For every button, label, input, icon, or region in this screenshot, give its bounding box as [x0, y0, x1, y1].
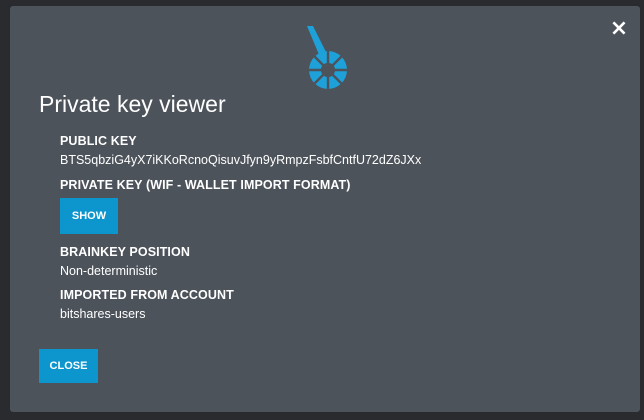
close-button[interactable]: CLOSE	[39, 349, 98, 383]
brainkey-position-label: BRAINKEY POSITION	[60, 245, 190, 259]
public-key-value: BTS5qbziG4yX7iKKoRcnoQisuvJfyn9yRmpzFsbf…	[60, 153, 422, 167]
private-key-label: PRIVATE KEY (WIF - WALLET IMPORT FORMAT)	[60, 178, 351, 192]
imported-from-account-value: bitshares-users	[60, 307, 146, 321]
brainkey-position-value: Non-deterministic	[60, 264, 158, 278]
public-key-label: PUBLIC KEY	[60, 134, 137, 148]
private-key-viewer-modal: × Private key viewer PUBLIC KEY BTS5qbzi…	[10, 6, 640, 412]
imported-from-account-label: IMPORTED FROM ACCOUNT	[60, 288, 234, 302]
dialog-title: Private key viewer	[39, 91, 226, 117]
show-private-key-button[interactable]: SHOW	[60, 198, 118, 234]
bitshares-logo-icon	[307, 26, 348, 90]
close-x-icon[interactable]: ×	[608, 18, 630, 40]
